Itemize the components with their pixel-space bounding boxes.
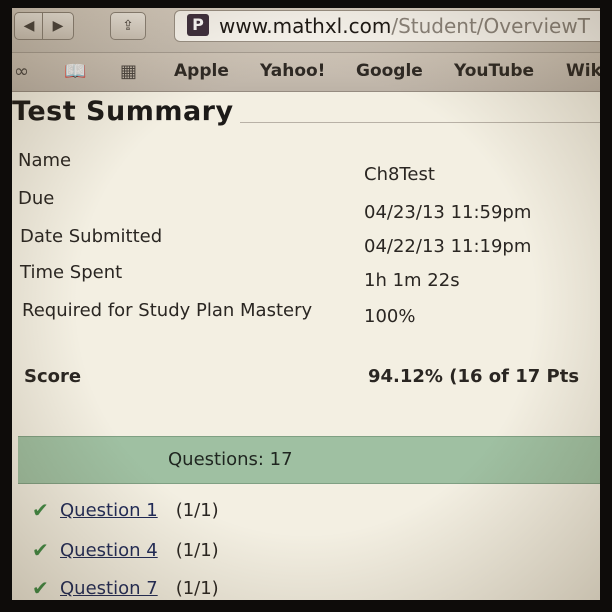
list-item: ✔ Question 1 (1/1) (32, 498, 219, 524)
question-link[interactable]: Question 7 (60, 578, 158, 599)
site-favicon-icon: P (187, 14, 209, 36)
bookmark-apple[interactable]: Apple (174, 61, 229, 81)
question-score: (1/1) (175, 499, 219, 521)
questions-count: Questions: 17 (168, 449, 293, 470)
questions-header: Questions: 17 (18, 436, 600, 484)
back-arrow-icon[interactable]: ◀ (14, 12, 44, 40)
list-item: ✔ Question 7 (1/1) (32, 576, 219, 600)
detail-label-time-spent: Time Spent (20, 262, 123, 283)
bookmark-yahoo[interactable]: Yahoo! (260, 61, 325, 81)
bookmarks-bar: ∞ 📖 ▦ Apple Yahoo! Google YouTube Wik (12, 53, 600, 92)
title-divider (240, 122, 600, 123)
score-label: Score (24, 366, 82, 387)
question-link[interactable]: Question 4 (60, 540, 158, 561)
open-book-icon[interactable]: 📖 (64, 61, 86, 82)
detail-value-time-spent: 1h 1m 22s (364, 270, 460, 291)
detail-value-name: Ch8Test (364, 164, 435, 185)
url-text[interactable]: www.mathxl.com/Student/OverviewT (219, 14, 590, 38)
screen-photo: ◀ ▶ ⇪ P www.mathxl.com/Student/OverviewT… (12, 8, 600, 600)
detail-label-mastery: Required for Study Plan Mastery (22, 300, 313, 321)
detail-label-date-submitted: Date Submitted (20, 226, 163, 247)
checkmark-icon: ✔ (32, 538, 49, 562)
question-score: (1/1) (175, 539, 219, 561)
url-path: /Student/OverviewT (391, 14, 590, 38)
detail-label-name: Name (18, 150, 72, 171)
checkmark-icon: ✔ (32, 498, 49, 522)
detail-value-due: 04/23/13 11:59pm (364, 202, 532, 223)
detail-value-date-submitted: 04/22/13 11:19pm (364, 236, 532, 257)
browser-toolbar: ◀ ▶ ⇪ P www.mathxl.com/Student/OverviewT (12, 8, 600, 53)
url-domain: www.mathxl.com (219, 14, 392, 38)
forward-arrow-icon[interactable]: ▶ (42, 12, 74, 40)
grid-icon[interactable]: ▦ (120, 61, 137, 82)
bookmark-youtube[interactable]: YouTube (454, 61, 534, 81)
bookmark-google[interactable]: Google (356, 61, 423, 81)
question-score: (1/1) (175, 577, 219, 599)
bookmark-wiki[interactable]: Wik (566, 61, 600, 81)
reading-glasses-icon[interactable]: ∞ (14, 61, 29, 82)
share-icon[interactable]: ⇪ (110, 12, 146, 40)
detail-value-mastery: 100% (364, 306, 416, 327)
score-value: 94.12% (16 of 17 Pts (368, 366, 580, 387)
detail-label-due: Due (18, 188, 55, 209)
address-bar[interactable]: P www.mathxl.com/Student/OverviewT (174, 10, 600, 42)
question-link[interactable]: Question 1 (60, 500, 158, 521)
list-item: ✔ Question 4 (1/1) (32, 538, 219, 564)
checkmark-icon: ✔ (32, 576, 49, 600)
page-title: Test Summary (12, 96, 234, 127)
